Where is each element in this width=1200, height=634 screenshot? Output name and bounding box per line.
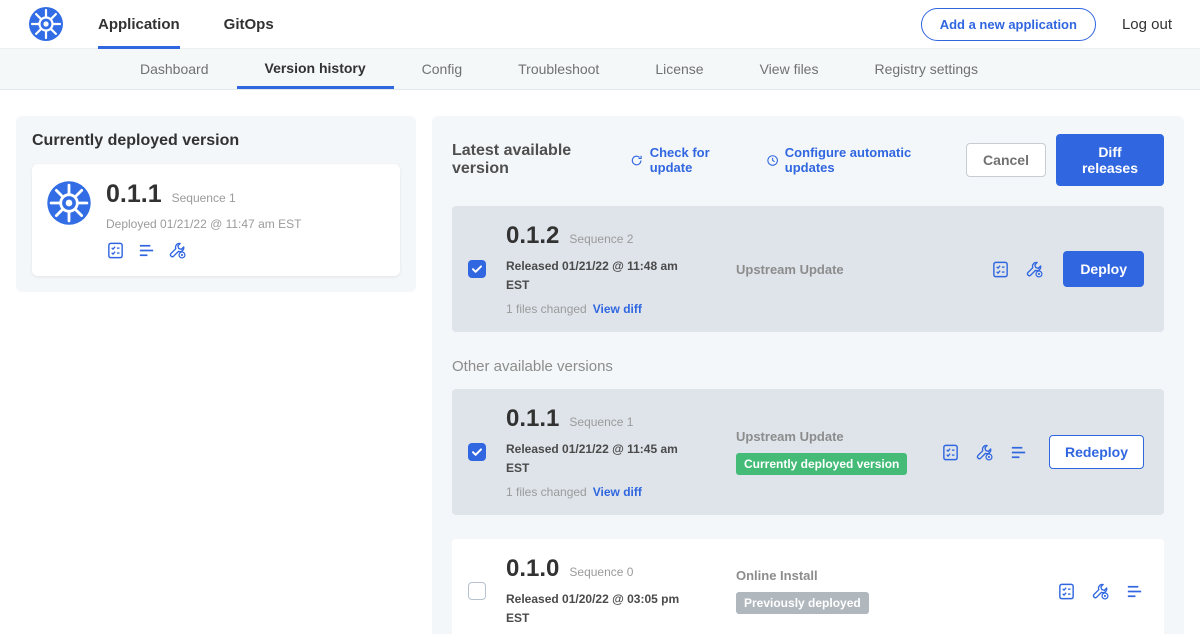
- cancel-button[interactable]: Cancel: [966, 143, 1046, 177]
- release-notes-icon[interactable]: [941, 443, 960, 462]
- version-checkbox[interactable]: [468, 582, 486, 600]
- version-source: Online Install Previously deployed: [704, 568, 1057, 614]
- preflight-checks-icon[interactable]: [1025, 260, 1044, 279]
- version-history-panel: Latest available version Check for updat…: [432, 116, 1184, 634]
- version-info: 0.1.0 Sequence 0 Released 01/20/22 @ 03:…: [506, 555, 704, 627]
- currently-deployed-badge: Currently deployed version: [736, 453, 907, 475]
- add-new-application-button[interactable]: Add a new application: [921, 8, 1096, 41]
- top-header: Application GitOps Add a new application…: [0, 0, 1200, 49]
- preflight-checks-icon[interactable]: [1091, 582, 1110, 601]
- subtab-troubleshoot[interactable]: Troubleshoot: [490, 49, 627, 89]
- preflight-checks-icon[interactable]: [975, 443, 994, 462]
- sequence-label: Sequence 1: [569, 415, 633, 429]
- released-timestamp: Released 01/21/22 @ 11:48 am EST: [506, 257, 704, 294]
- kubernetes-logo-icon: [28, 6, 64, 42]
- release-notes-icon[interactable]: [1057, 582, 1076, 601]
- header-right: Add a new application Log out: [921, 8, 1172, 41]
- version-row-0-1-2: 0.1.2 Sequence 2 Released 01/21/22 @ 11:…: [452, 206, 1164, 332]
- deployed-sequence-label: Sequence 1: [172, 191, 236, 205]
- subtab-view-files[interactable]: View files: [732, 49, 847, 89]
- deployed-version-number: 0.1.1: [106, 180, 162, 209]
- version-checkbox[interactable]: [468, 260, 486, 278]
- subtab-dashboard[interactable]: Dashboard: [112, 49, 237, 89]
- view-diff-link[interactable]: View diff: [593, 302, 642, 316]
- version-info: 0.1.1 Sequence 1 Released 01/21/22 @ 11:…: [506, 405, 704, 499]
- version-actions: Deploy: [991, 251, 1148, 287]
- sequence-label: Sequence 2: [569, 232, 633, 246]
- other-versions-title: Other available versions: [452, 358, 1164, 375]
- version-source: Upstream Update Currently deployed versi…: [704, 429, 941, 475]
- version-checkbox[interactable]: [468, 443, 486, 461]
- deployed-version-card: 0.1.1 Sequence 1 Deployed 01/21/22 @ 11:…: [32, 164, 400, 276]
- files-changed-label: 1 files changed: [506, 302, 587, 316]
- preflight-checks-icon[interactable]: [168, 241, 187, 260]
- currently-deployed-panel: Currently deployed version 0.1: [16, 116, 416, 292]
- currently-deployed-title: Currently deployed version: [32, 132, 400, 150]
- version-row-0-1-0: 0.1.0 Sequence 0 Released 01/20/22 @ 03:…: [452, 539, 1164, 634]
- app-icon: [46, 180, 92, 226]
- subtab-registry-settings[interactable]: Registry settings: [846, 49, 1005, 89]
- subtab-config[interactable]: Config: [394, 49, 490, 89]
- sequence-label: Sequence 0: [569, 565, 633, 579]
- configure-automatic-updates-link[interactable]: Configure automatic updates: [766, 145, 945, 175]
- released-timestamp: Released 01/21/22 @ 11:45 am EST: [506, 440, 704, 477]
- version-source: Upstream Update: [704, 262, 991, 277]
- app-subnav: Dashboard Version history Config Trouble…: [0, 49, 1200, 90]
- released-timestamp: Released 01/20/22 @ 03:05 pm EST: [506, 590, 704, 627]
- previously-deployed-badge: Previously deployed: [736, 592, 869, 614]
- clock-icon: [766, 153, 779, 168]
- view-diff-link[interactable]: View diff: [593, 485, 642, 499]
- version-number: 0.1.1: [506, 405, 559, 433]
- latest-version-header: Latest available version Check for updat…: [452, 134, 1164, 186]
- version-number: 0.1.0: [506, 555, 559, 583]
- latest-version-title: Latest available version: [452, 142, 612, 178]
- refresh-icon: [630, 153, 643, 168]
- diff-icon[interactable]: [1009, 443, 1028, 462]
- subtab-license[interactable]: License: [627, 49, 731, 89]
- release-notes-icon[interactable]: [991, 260, 1010, 279]
- deployed-timestamp: Deployed 01/21/22 @ 11:47 am EST: [106, 217, 301, 231]
- deployed-version-details: 0.1.1 Sequence 1 Deployed 01/21/22 @ 11:…: [106, 180, 301, 260]
- version-info: 0.1.2 Sequence 2 Released 01/21/22 @ 11:…: [506, 222, 704, 316]
- version-actions: Redeploy: [941, 435, 1148, 469]
- diff-icon[interactable]: [1125, 582, 1144, 601]
- app-root: { "colors": { "accent": "#3066e0", "badg…: [0, 0, 1200, 634]
- release-notes-icon[interactable]: [106, 241, 125, 260]
- subtab-version-history[interactable]: Version history: [237, 49, 394, 89]
- version-row-0-1-1: 0.1.1 Sequence 1 Released 01/21/22 @ 11:…: [452, 389, 1164, 515]
- version-actions: [1057, 582, 1148, 601]
- check-for-update-link[interactable]: Check for update: [630, 145, 743, 175]
- version-number: 0.1.2: [506, 222, 559, 250]
- deploy-button[interactable]: Deploy: [1063, 251, 1144, 287]
- diff-icon[interactable]: [137, 241, 156, 260]
- files-changed-label: 1 files changed: [506, 485, 587, 499]
- diff-releases-button[interactable]: Diff releases: [1056, 134, 1164, 186]
- nav-tab-gitops[interactable]: GitOps: [224, 0, 274, 49]
- logout-link[interactable]: Log out: [1122, 16, 1172, 33]
- main-content: Currently deployed version 0.1: [0, 90, 1200, 634]
- nav-tab-application[interactable]: Application: [98, 0, 180, 49]
- redeploy-button[interactable]: Redeploy: [1049, 435, 1144, 469]
